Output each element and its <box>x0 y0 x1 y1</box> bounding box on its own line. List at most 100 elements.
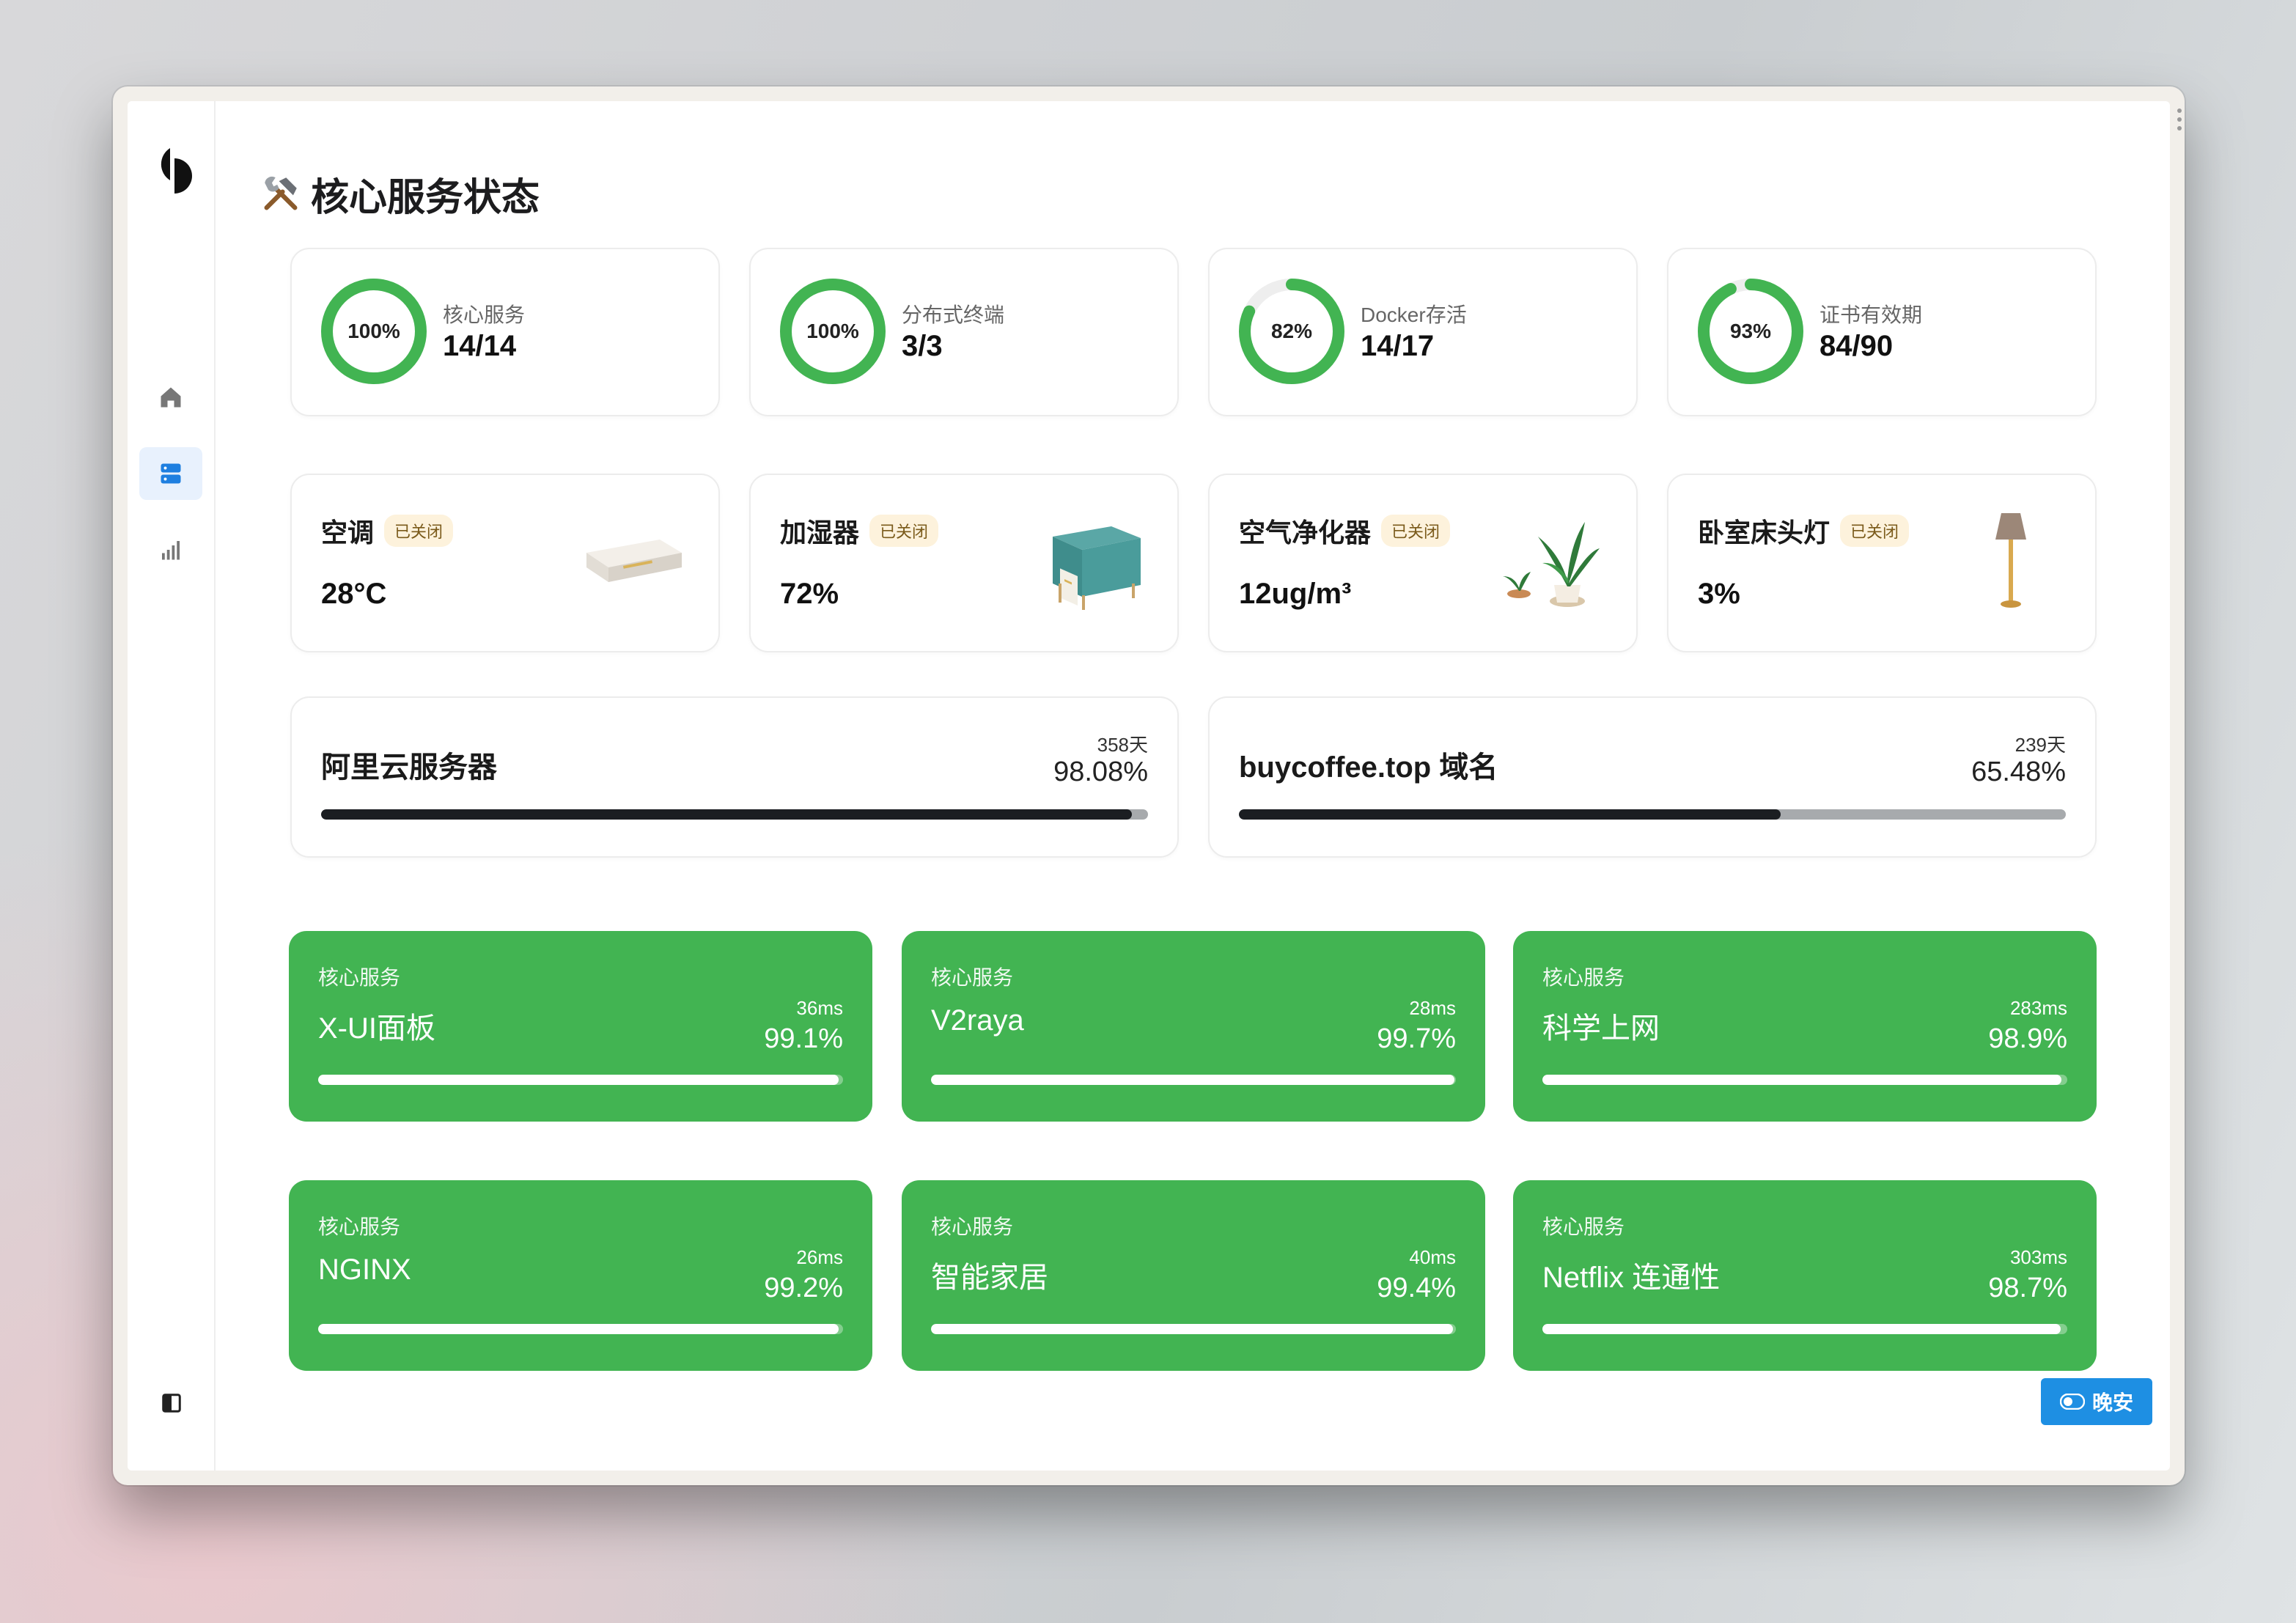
app-logo-icon[interactable] <box>151 148 194 196</box>
status-badge: 已关闭 <box>869 515 939 547</box>
service-name: 智能家居 <box>931 1262 1048 1294</box>
goodnight-button[interactable]: 晚安 <box>2041 1378 2152 1425</box>
device-value: 3% <box>1698 578 1740 610</box>
stat-card-core-services[interactable]: 100% 核心服务 14/14 <box>290 248 720 416</box>
device-card-air-purifier[interactable]: 空气净化器 已关闭 12ug/m³ <box>1208 474 1638 652</box>
stat-label: 分布式终端 <box>902 303 1005 326</box>
home-icon <box>161 387 181 408</box>
stat-label: Docker存活 <box>1361 303 1467 326</box>
sidebar-toggle-button[interactable] <box>154 1385 189 1421</box>
uptime-fill <box>931 1075 1454 1085</box>
device-name: 空调 <box>321 518 375 548</box>
expiry-card-aliyun-server[interactable]: 阿里云服务器 358天 98.08% <box>290 696 1179 858</box>
expiry-title: 阿里云服务器 <box>321 751 497 784</box>
uptime-bar <box>931 1075 1456 1085</box>
ring-percent: 82% <box>1270 320 1313 342</box>
stat-value: 3/3 <box>902 330 943 362</box>
stat-card-certificates[interactable]: 93% 证书有效期 84/90 <box>1667 248 2097 416</box>
service-card-smart-home[interactable]: 核心服务 智能家居 40ms 99.4% <box>902 1180 1485 1371</box>
stat-card-terminals[interactable]: 100% 分布式终端 3/3 <box>749 248 1179 416</box>
service-card-v2raya[interactable]: 核心服务 V2raya 28ms 99.7% <box>902 931 1485 1122</box>
uptime-bar <box>318 1075 843 1085</box>
uptime-bar <box>318 1324 843 1334</box>
expiry-progress-fill <box>321 809 1133 820</box>
sidebar-item-stats[interactable] <box>139 523 202 576</box>
stat-label: 证书有效期 <box>1819 303 1923 326</box>
service-uptime: 98.7% <box>1988 1273 2067 1303</box>
uptime-fill <box>318 1075 839 1085</box>
expiry-progress-bar <box>1239 809 2066 820</box>
device-name-row: 空气净化器 已关闭 <box>1239 512 1451 550</box>
expiry-card-domain[interactable]: buycoffee.top 域名 239天 65.48% <box>1208 696 2097 858</box>
ring-percent: 100% <box>806 320 859 342</box>
humidifier-image <box>1053 526 1141 610</box>
service-latency: 28ms <box>1409 997 1456 1019</box>
status-badge: 已关闭 <box>1840 515 1910 547</box>
status-badge: 已关闭 <box>384 515 454 547</box>
device-value: 28°C <box>321 578 387 610</box>
air-conditioner-image <box>586 540 682 582</box>
service-uptime: 99.2% <box>764 1273 843 1303</box>
service-uptime: 99.1% <box>764 1023 843 1054</box>
service-latency: 283ms <box>2009 997 2067 1019</box>
uptime-fill <box>318 1324 839 1334</box>
app-content: 核心服务状态 100% 核心服务 14/14 100% 分布式终端 3/3 82… <box>128 101 2170 1471</box>
service-category: 核心服务 <box>318 1215 401 1238</box>
service-name: 科学上网 <box>1542 1012 1660 1045</box>
service-name: V2raya <box>931 1004 1024 1037</box>
service-card-proxy[interactable]: 核心服务 科学上网 283ms 98.9% <box>1513 931 2097 1122</box>
sidebar-toggle-icon <box>162 1394 181 1413</box>
service-uptime: 99.7% <box>1377 1023 1456 1054</box>
service-uptime: 98.9% <box>1988 1023 2067 1054</box>
service-category: 核心服务 <box>1542 1215 1625 1238</box>
device-value: 12ug/m³ <box>1239 578 1352 610</box>
app-window: 核心服务状态 100% 核心服务 14/14 100% 分布式终端 3/3 82… <box>113 87 2185 1485</box>
floor-lamp-image <box>1995 513 2026 608</box>
service-card-nginx[interactable]: 核心服务 NGINX 26ms 99.2% <box>289 1180 872 1371</box>
sidebar-item-home[interactable] <box>139 371 202 424</box>
uptime-fill <box>931 1324 1453 1334</box>
service-latency: 26ms <box>796 1246 843 1268</box>
service-card-xui[interactable]: 核心服务 X-UI面板 36ms 99.1% <box>289 931 872 1122</box>
ring-percent: 100% <box>347 320 400 342</box>
service-category: 核心服务 <box>931 966 1014 989</box>
service-category: 核心服务 <box>318 966 401 989</box>
service-latency: 36ms <box>796 997 843 1019</box>
device-card-bedside-lamp[interactable]: 卧室床头灯 已关闭 3% <box>1667 474 2097 652</box>
stat-value: 14/14 <box>443 330 517 362</box>
device-name: 空气净化器 <box>1239 518 1372 548</box>
service-category: 核心服务 <box>931 1215 1014 1238</box>
expiry-progress-fill <box>1239 809 1781 820</box>
device-value: 72% <box>780 578 839 610</box>
stat-value: 84/90 <box>1819 330 1894 362</box>
window-menu-icon[interactable] <box>2177 108 2182 135</box>
service-card-netflix[interactable]: 核心服务 Netflix 连通性 303ms 98.7% <box>1513 1180 2097 1371</box>
sidebar-item-services[interactable] <box>139 447 202 500</box>
device-name-row: 空调 已关闭 <box>321 512 454 550</box>
tools-icon <box>264 176 298 210</box>
service-name: Netflix 连通性 <box>1542 1262 1721 1294</box>
server-icon <box>161 463 181 484</box>
device-card-humidifier[interactable]: 加湿器 已关闭 72% <box>749 474 1179 652</box>
stat-card-docker[interactable]: 82% Docker存活 14/17 <box>1208 248 1638 416</box>
service-latency: 303ms <box>2009 1246 2067 1268</box>
device-name: 卧室床头灯 <box>1698 518 1830 548</box>
expiry-days: 358天 <box>1097 734 1148 756</box>
expiry-percent: 98.08% <box>1053 757 1148 787</box>
expiry-title: buycoffee.top 域名 <box>1239 751 1498 784</box>
device-name-row: 加湿器 已关闭 <box>780 512 939 550</box>
page-title-text: 核心服务状态 <box>311 176 540 219</box>
service-name: NGINX <box>318 1254 411 1286</box>
service-latency: 40ms <box>1409 1246 1456 1268</box>
toggle-icon <box>2059 1394 2085 1410</box>
status-badge: 已关闭 <box>1381 515 1451 547</box>
expiry-percent: 65.48% <box>1971 757 2066 787</box>
expiry-progress-bar <box>321 809 1148 820</box>
goodnight-button-label: 晚安 <box>2091 1391 2133 1414</box>
stat-value: 14/17 <box>1361 330 1435 362</box>
service-category: 核心服务 <box>1542 966 1625 989</box>
bar-chart-icon <box>162 541 180 560</box>
service-uptime: 99.4% <box>1377 1273 1456 1303</box>
device-card-air-conditioner[interactable]: 空调 已关闭 28°C <box>290 474 720 652</box>
uptime-fill <box>1542 1075 2062 1085</box>
